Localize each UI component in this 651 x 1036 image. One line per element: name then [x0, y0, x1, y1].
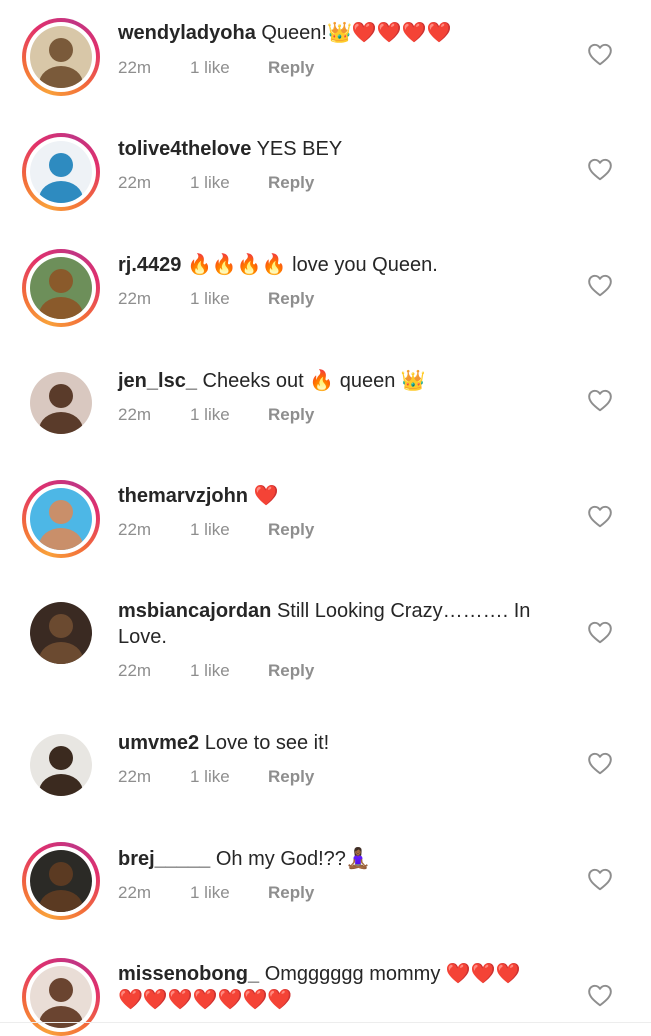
avatar-image	[30, 372, 92, 434]
comment-time: 22m	[118, 661, 152, 680]
like-count[interactable]: 1 like	[190, 58, 268, 78]
comment-time: 22m	[118, 767, 152, 786]
like-count[interactable]: 1 like	[190, 289, 268, 309]
avatar-image	[30, 257, 92, 319]
avatar[interactable]	[22, 726, 100, 804]
like-count[interactable]: 1 like	[190, 173, 268, 193]
comment-username[interactable]: umvme2	[118, 732, 199, 754]
avatar-story-ring[interactable]	[22, 480, 100, 558]
avatar-story-ring[interactable]	[22, 842, 100, 920]
like-count[interactable]: 1 like	[190, 767, 268, 787]
comment-username[interactable]: jen_lsc_	[118, 370, 197, 392]
reply-button[interactable]: Reply	[268, 661, 314, 681]
comment-text: wendyladyoha Queen!👑❤️❤️❤️❤️	[118, 20, 548, 46]
reply-button[interactable]: Reply	[268, 767, 314, 787]
comment-text: msbiancajordan Still Looking Crazy………. I…	[118, 598, 548, 650]
heart-outline-icon[interactable]	[587, 751, 613, 775]
heart-outline-icon[interactable]	[587, 273, 613, 297]
heart-outline-icon[interactable]	[587, 867, 613, 891]
avatar-image	[30, 966, 92, 1028]
heart-outline-icon[interactable]	[587, 983, 613, 1007]
avatar-image	[30, 141, 92, 203]
comment-text: missenobong_ Omgggggg mommy ❤️❤️❤️ ❤️❤️❤…	[118, 961, 548, 1013]
like-count[interactable]: 1 like	[190, 520, 268, 540]
comment-username[interactable]: msbiancajordan	[118, 600, 271, 622]
comment-text: rj.4429 🔥🔥🔥🔥 love you Queen.	[118, 252, 548, 278]
comment-username[interactable]: brej_____	[118, 848, 210, 870]
comment-body: YES BEY	[256, 138, 343, 160]
comment-meta: 22m 1 like Reply	[118, 405, 314, 425]
comment-username[interactable]: tolive4thelove	[118, 138, 251, 160]
comment-text: brej_____ Oh my God!??🧘🏾‍♀️	[118, 846, 548, 872]
heart-outline-icon[interactable]	[587, 504, 613, 528]
comment-username[interactable]: missenobong_	[118, 963, 259, 985]
heart-outline-icon[interactable]	[587, 157, 613, 181]
reply-button[interactable]: Reply	[268, 173, 314, 193]
avatar[interactable]	[22, 594, 100, 672]
comment-body: Oh my God!??🧘🏾‍♀️	[215, 848, 371, 870]
avatar-image	[30, 488, 92, 550]
comment-body: ❤️	[253, 485, 279, 507]
bottom-divider	[0, 1022, 651, 1023]
comment-body: 🔥🔥🔥🔥 love you Queen.	[186, 254, 438, 276]
avatar-image	[30, 26, 92, 88]
comment-time: 22m	[118, 883, 152, 902]
comment-username[interactable]: wendyladyoha	[118, 22, 256, 44]
avatar-story-ring[interactable]	[22, 249, 100, 327]
comment-time: 22m	[118, 405, 152, 424]
reply-button[interactable]: Reply	[268, 405, 314, 425]
comment-meta: 22m 1 like Reply	[118, 289, 314, 309]
comment-body: Queen!👑❤️❤️❤️❤️	[261, 22, 452, 44]
like-count[interactable]: 1 like	[190, 661, 268, 681]
reply-button[interactable]: Reply	[268, 58, 314, 78]
avatar-story-ring[interactable]	[22, 18, 100, 96]
comment-body: Love to see it!	[204, 732, 330, 754]
avatar[interactable]	[22, 364, 100, 442]
comment-time: 22m	[118, 289, 152, 308]
avatar-story-ring[interactable]	[22, 958, 100, 1036]
comment-time: 22m	[118, 58, 152, 77]
reply-button[interactable]: Reply	[268, 883, 314, 903]
comment-username[interactable]: rj.4429	[118, 254, 181, 276]
comment-text: tolive4thelove YES BEY	[118, 136, 548, 162]
comment-meta: 22m 1 like Reply	[118, 58, 314, 78]
heart-outline-icon[interactable]	[587, 42, 613, 66]
avatar-image	[30, 734, 92, 796]
comment-text: umvme2 Love to see it!	[118, 730, 548, 756]
comment-time: 22m	[118, 520, 152, 539]
reply-button[interactable]: Reply	[268, 520, 314, 540]
heart-outline-icon[interactable]	[587, 620, 613, 644]
comment-meta: 22m 1 like Reply	[118, 520, 314, 540]
avatar-story-ring[interactable]	[22, 133, 100, 211]
comment-meta: 22m 1 like Reply	[118, 661, 314, 681]
like-count[interactable]: 1 like	[190, 405, 268, 425]
avatar-image	[30, 850, 92, 912]
like-count[interactable]: 1 like	[190, 883, 268, 903]
avatar-image	[30, 602, 92, 664]
comment-body: Cheeks out 🔥 queen 👑	[202, 370, 426, 392]
heart-outline-icon[interactable]	[587, 388, 613, 412]
reply-button[interactable]: Reply	[268, 289, 314, 309]
comment-text: jen_lsc_ Cheeks out 🔥 queen 👑	[118, 368, 548, 394]
comment-meta: 22m 1 like Reply	[118, 883, 314, 903]
comment-meta: 22m 1 like Reply	[118, 173, 314, 193]
comment-username[interactable]: themarvzjohn	[118, 485, 248, 507]
comment-meta: 22m 1 like Reply	[118, 767, 314, 787]
comment-text: themarvzjohn ❤️	[118, 483, 548, 509]
comment-time: 22m	[118, 173, 152, 192]
